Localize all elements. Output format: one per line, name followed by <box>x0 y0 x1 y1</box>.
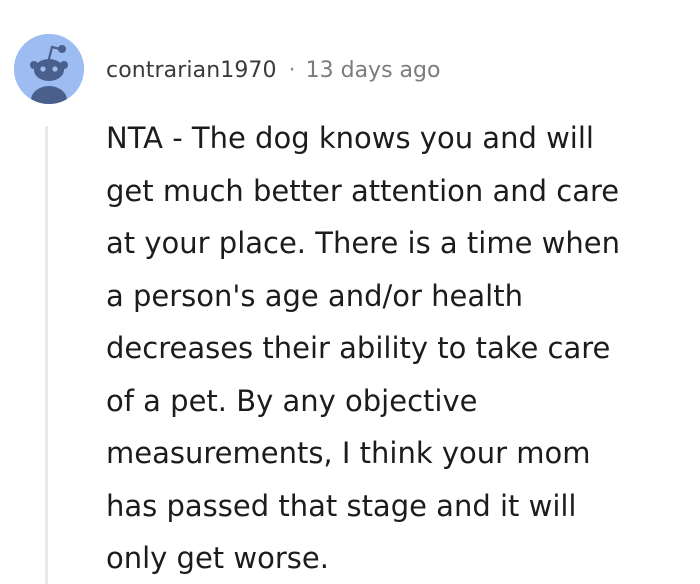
reddit-snoo-avatar-icon <box>14 34 84 104</box>
comment-header: contrarian1970 · 13 days ago <box>106 50 440 90</box>
comment-body-line: get much better attention and care <box>106 173 620 208</box>
comment-body-line: only get worse. <box>106 541 329 575</box>
author-username[interactable]: contrarian1970 <box>106 58 277 83</box>
comment-body-line: a person's age and/or health <box>106 278 523 313</box>
avatar[interactable] <box>14 34 84 104</box>
comment: contrarian1970 · 13 days ago NTA - The d… <box>0 0 700 584</box>
comment-body-line: has passed that stage and it will <box>106 488 577 523</box>
comment-body-line: NTA - The dog knows you and will <box>106 121 594 155</box>
comment-body-line: measurements, I think your mom <box>106 436 591 470</box>
thread-line[interactable] <box>45 126 48 584</box>
comment-timestamp[interactable]: 13 days ago <box>306 58 441 83</box>
comment-body-line: at your place. There is a time when <box>106 226 620 260</box>
meta-separator: · <box>288 57 296 83</box>
comment-body-line: of a pet. By any objective <box>106 383 478 418</box>
comment-body: NTA - The dog knows you and will get muc… <box>106 112 696 584</box>
comment-body-line: decreases their ability to take care <box>106 331 611 365</box>
